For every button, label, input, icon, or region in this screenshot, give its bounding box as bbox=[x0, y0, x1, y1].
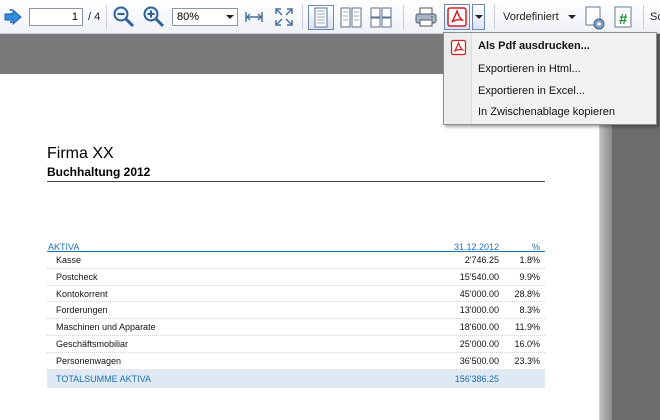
page-count-label: / 4 bbox=[88, 11, 101, 23]
toolbar-divider bbox=[106, 5, 107, 29]
table-row: Maschinen und Apparate 18'600.00 11.9% bbox=[47, 319, 545, 336]
preset-dropdown-label[interactable]: Vordefiniert bbox=[503, 11, 559, 23]
toolbar: 1 / 4 80% Vordefiniert # S bbox=[0, 0, 660, 34]
row-label: Postcheck bbox=[56, 271, 98, 282]
fit-width-icon[interactable] bbox=[243, 7, 265, 27]
row-percent: 8.3% bbox=[519, 305, 540, 316]
row-value: 15'540.00 bbox=[459, 271, 499, 282]
zoom-out-icon[interactable] bbox=[112, 5, 136, 29]
row-percent: 28.8% bbox=[514, 288, 540, 299]
row-percent: 9.9% bbox=[519, 271, 540, 282]
spreadsheet-icon[interactable]: # bbox=[612, 5, 636, 31]
multi-page-view-button[interactable] bbox=[368, 5, 394, 30]
multi-page-icon bbox=[370, 7, 392, 28]
svg-text:#: # bbox=[619, 11, 628, 28]
header-date: 31.12.2012 bbox=[453, 242, 499, 252]
page-shadow bbox=[600, 74, 612, 420]
page-settings-icon[interactable] bbox=[583, 5, 607, 31]
row-label: Maschinen und Apparate bbox=[56, 322, 156, 333]
row-label: Kontokorrent bbox=[56, 288, 108, 299]
row-value: 45'000.00 bbox=[459, 288, 499, 299]
fit-page-icon[interactable] bbox=[273, 6, 295, 28]
page-number-input[interactable]: 1 bbox=[29, 8, 83, 26]
toolbar-divider bbox=[494, 5, 495, 29]
chevron-down-icon bbox=[226, 15, 234, 19]
table-row: Geschäftsmobiliar 25'000.00 16.0% bbox=[47, 336, 545, 353]
total-value: 156'386.25 bbox=[454, 373, 499, 384]
table-row: Forderungen 13'000.00 8.3% bbox=[47, 302, 545, 320]
row-value: 13'000.00 bbox=[459, 305, 499, 316]
report-subtitle: Buchhaltung 2012 bbox=[47, 165, 151, 179]
row-value: 36'500.00 bbox=[459, 355, 499, 366]
chevron-down-icon[interactable] bbox=[568, 15, 576, 19]
export-dropdown-button[interactable] bbox=[472, 4, 485, 30]
menu-item-export-html[interactable]: Exportieren in Html... bbox=[478, 63, 581, 75]
go-to-page-icon[interactable] bbox=[2, 6, 24, 28]
zoom-select[interactable]: 80% bbox=[172, 8, 238, 26]
two-page-view-button[interactable] bbox=[338, 5, 364, 30]
title-divider bbox=[47, 181, 545, 182]
single-page-icon bbox=[314, 7, 328, 28]
toolbar-truncated-label[interactable]: Sc bbox=[650, 11, 660, 23]
table-total-row: TOTALSUMME AKTIVA 156'386.25 bbox=[47, 369, 545, 388]
pdf-export-button[interactable] bbox=[444, 4, 470, 30]
printer-icon[interactable] bbox=[413, 5, 439, 29]
zoom-in-icon[interactable] bbox=[142, 5, 166, 29]
row-percent: 23.3% bbox=[514, 355, 540, 366]
table-row: Personenwagen 36'500.00 23.3% bbox=[47, 353, 545, 370]
row-label: Forderungen bbox=[56, 305, 108, 316]
zoom-value: 80% bbox=[177, 11, 200, 23]
chevron-down-icon bbox=[474, 15, 483, 19]
row-percent: 11.9% bbox=[515, 322, 540, 333]
pdf-icon bbox=[450, 39, 467, 56]
row-label: Personenwagen bbox=[56, 355, 122, 366]
menu-item-copy-clipboard[interactable]: In Zwischenablage kopieren bbox=[478, 106, 615, 118]
pdf-icon bbox=[447, 7, 467, 27]
assets-table: AKTIVA 31.12.2012 % Kasse 2'746.25 1.8% … bbox=[47, 239, 545, 388]
row-value: 18'600.00 bbox=[459, 322, 499, 333]
table-header: AKTIVA 31.12.2012 % bbox=[47, 239, 545, 252]
table-row: Kontokorrent 45'000.00 28.8% bbox=[47, 286, 545, 303]
row-percent: 16.0% bbox=[514, 338, 540, 349]
table-row: Postcheck 15'540.00 9.9% bbox=[47, 269, 545, 286]
company-name: Firma XX bbox=[47, 145, 114, 162]
export-menu: Als Pdf ausdrucken... Exportieren in Htm… bbox=[443, 32, 657, 125]
total-label: TOTALSUMME AKTIVA bbox=[56, 373, 152, 384]
table-row: Kasse 2'746.25 1.8% bbox=[47, 252, 545, 269]
header-percent: % bbox=[531, 242, 540, 252]
row-value: 25'000.00 bbox=[459, 338, 499, 349]
document-page: Firma XX Buchhaltung 2012 AKTIVA 31.12.2… bbox=[0, 74, 600, 420]
row-value: 2'746.25 bbox=[464, 255, 499, 265]
single-page-view-button[interactable] bbox=[308, 5, 334, 30]
header-label: AKTIVA bbox=[48, 242, 80, 252]
toolbar-divider bbox=[302, 5, 303, 29]
toolbar-divider bbox=[403, 5, 404, 29]
row-percent: 1.8% bbox=[519, 255, 540, 265]
menu-item-print-pdf[interactable]: Als Pdf ausdrucken... bbox=[478, 40, 590, 52]
two-page-icon bbox=[340, 7, 362, 28]
toolbar-divider bbox=[643, 5, 644, 29]
row-label: Kasse bbox=[56, 255, 82, 265]
menu-item-export-excel[interactable]: Exportieren in Excel... bbox=[478, 85, 585, 97]
row-label: Geschäftsmobiliar bbox=[56, 338, 129, 349]
